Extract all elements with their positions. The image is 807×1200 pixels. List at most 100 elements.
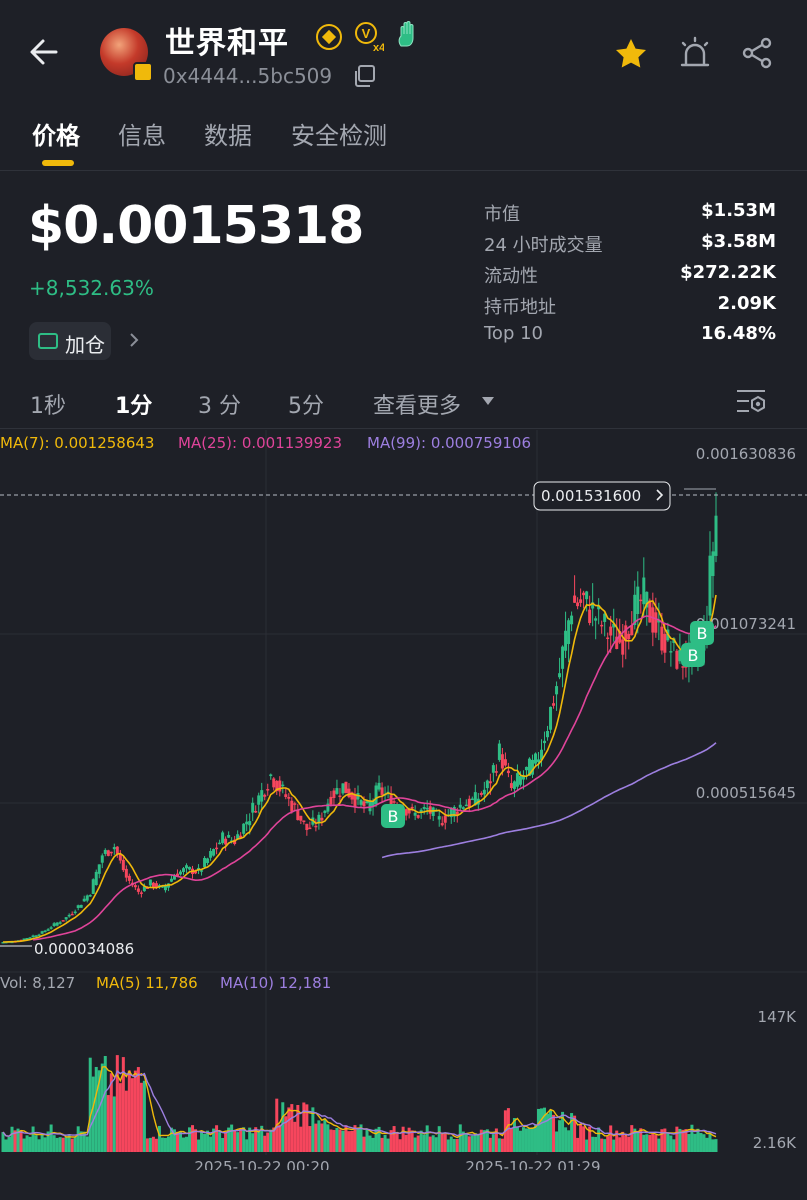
favorite-star-icon[interactable] — [613, 36, 649, 72]
candle-body — [341, 783, 345, 794]
tabs-divider — [0, 170, 807, 171]
volume-bar — [672, 1139, 676, 1152]
volume-bar — [112, 1096, 116, 1152]
candle-body — [488, 781, 492, 784]
caret-down-icon[interactable] — [481, 396, 495, 406]
volume-bar — [383, 1134, 387, 1152]
volume-bar — [178, 1131, 182, 1152]
volume-bar — [31, 1126, 35, 1152]
candle-body — [660, 626, 664, 651]
volume-bar — [115, 1055, 119, 1152]
token-name: 世界和平 — [165, 26, 289, 61]
candle-body — [91, 879, 95, 894]
interval-3m[interactable]: 3 分 — [198, 388, 241, 420]
candle-body — [221, 832, 225, 844]
candle-body — [461, 807, 465, 810]
volume-bar — [40, 1134, 44, 1152]
candle-body — [293, 803, 297, 805]
volume-bar — [533, 1125, 537, 1152]
candle-body — [549, 706, 553, 730]
candle-body — [485, 780, 489, 789]
candle-body — [570, 615, 574, 625]
chain-badge-icon — [133, 62, 153, 82]
volume-bar — [642, 1134, 646, 1152]
wallet-icon — [38, 333, 58, 349]
candle-body — [564, 630, 568, 651]
candle-body — [112, 847, 116, 850]
interval-5m[interactable]: 5分 — [288, 388, 324, 420]
add-position-button[interactable]: 加仓 — [29, 322, 111, 360]
candle-body — [200, 870, 204, 872]
coin-tag-icon[interactable] — [316, 24, 342, 50]
low-price-label: 0.000034086 — [34, 940, 134, 958]
tab-info[interactable]: 信息 — [118, 116, 166, 151]
volume-bar — [591, 1136, 595, 1152]
candle-body — [518, 776, 522, 785]
candle-body — [374, 785, 378, 805]
price-chart[interactable]: 0.0016308360.0010732410.000515645147K2.1… — [0, 430, 807, 1170]
volume-bar — [154, 1138, 158, 1152]
add-position-label: 加仓 — [65, 333, 105, 357]
candle-body — [362, 801, 366, 807]
volume-bar — [142, 1080, 146, 1152]
volume-bar — [537, 1108, 540, 1152]
hand-gesture-icon[interactable] — [396, 20, 420, 48]
candle-body — [323, 810, 327, 813]
candle-body — [85, 895, 89, 901]
volume-bar — [341, 1130, 345, 1152]
candle-body — [260, 790, 264, 802]
back-arrow-icon[interactable] — [28, 36, 60, 68]
candle-body — [533, 753, 537, 764]
candle-body — [308, 827, 312, 830]
candle-body — [425, 807, 429, 810]
volume-bar — [130, 1078, 134, 1152]
chart-settings-icon[interactable] — [735, 386, 767, 416]
interval-1m[interactable]: 1分 — [115, 388, 152, 420]
volume-bar — [693, 1133, 697, 1152]
candle-body — [467, 798, 471, 808]
ma7-line — [2, 594, 717, 943]
stat-top10-value: 16.48% — [701, 323, 776, 344]
tab-price[interactable]: 价格 — [32, 116, 80, 151]
candle-body — [100, 855, 104, 863]
tab-data[interactable]: 数据 — [204, 116, 252, 151]
stat-market-cap-value: $1.53M — [701, 200, 776, 221]
current-price-bubble-text: 0.001531600 — [541, 487, 641, 505]
chevron-right-icon[interactable] — [126, 330, 142, 350]
volume-bar — [49, 1124, 53, 1152]
volume-bar — [398, 1139, 402, 1152]
candle-body — [115, 846, 119, 854]
volume-bar — [645, 1134, 649, 1152]
buy-marker-text: B — [388, 807, 399, 826]
copy-icon[interactable] — [352, 64, 376, 88]
price-alert-icon[interactable] — [678, 36, 712, 70]
candle-body — [428, 806, 432, 814]
volume-bar — [263, 1135, 267, 1152]
volume-bar — [491, 1134, 495, 1152]
candle-body — [278, 780, 282, 792]
volume-bar — [687, 1134, 691, 1152]
candle-body — [585, 591, 589, 600]
interval-1s[interactable]: 1秒 — [30, 388, 66, 420]
stat-volume-value: $3.58M — [701, 231, 776, 252]
volume-bar — [669, 1135, 673, 1152]
volume-bar — [434, 1137, 438, 1152]
ma99-line — [381, 742, 717, 859]
candle-body — [440, 823, 444, 826]
candle-body — [443, 815, 447, 823]
stat-volume-label: 24 小时成交量 — [484, 235, 603, 256]
candle-body — [627, 633, 631, 640]
share-icon[interactable] — [740, 36, 774, 70]
stat-market-cap-label: 市值 — [484, 204, 520, 225]
volume-bar — [287, 1107, 291, 1152]
tab-security-check[interactable]: 安全检测 — [291, 116, 387, 151]
volume-bar — [564, 1127, 568, 1152]
candle-body — [506, 770, 510, 774]
candle-body — [212, 849, 216, 856]
volume-bar — [552, 1114, 556, 1152]
interval-more[interactable]: 查看更多 — [373, 388, 461, 420]
volume-bar — [356, 1128, 360, 1152]
verified-multiplier-icon[interactable]: V x4 — [354, 22, 384, 52]
volume-bar — [386, 1138, 390, 1152]
volume-bar — [714, 1139, 718, 1152]
